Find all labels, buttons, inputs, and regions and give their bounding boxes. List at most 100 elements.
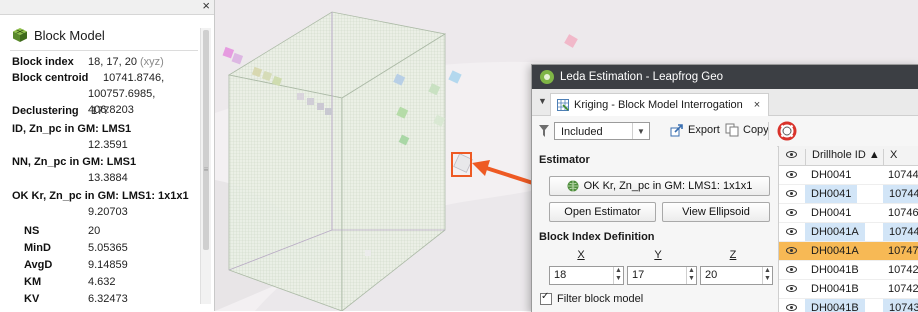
sample-block xyxy=(317,103,324,110)
info-row-ok-kr: OK Kr, Zn_pc in GM: LMS1: 1x1x1 xyxy=(12,188,202,204)
info-key: Declustering xyxy=(12,105,79,117)
row-filter-select[interactable]: Included ▼ xyxy=(554,122,650,140)
y-stepper-arrows[interactable]: ▲ ▼ xyxy=(686,267,696,284)
drillhole-table: Drillhole ID ▲ X DH0041 10744.0 DH0041 1… xyxy=(778,146,918,312)
info-panel-header: Block Model xyxy=(12,27,105,43)
view-ellipsoid-button[interactable]: View Ellipsoid xyxy=(662,202,770,222)
info-value: 18, 17, 20 (xyz) xyxy=(88,54,164,70)
row-visibility-eye-icon[interactable] xyxy=(786,283,797,295)
info-row-avgd: AvgD 9.14859 xyxy=(12,257,202,274)
table-row[interactable]: DH0041B 10742.8 xyxy=(779,261,918,280)
interrogation-grid-icon xyxy=(557,99,569,111)
block-index-heading: Block Index Definition xyxy=(539,231,655,243)
row-visibility-eye-icon[interactable] xyxy=(786,245,797,257)
info-value: 4.632 xyxy=(88,276,116,288)
tab-label: Kriging - Block Model Interrogation xyxy=(574,99,743,111)
row-visibility-eye-icon[interactable] xyxy=(786,169,797,181)
chevron-down-icon[interactable]: ▼ xyxy=(632,123,649,139)
table-header: Drillhole ID ▲ X xyxy=(779,146,918,166)
cell-x: 10747.0 xyxy=(888,245,918,257)
estimator-form: Estimator OK Kr, Zn_pc in GM: LMS1: 1x1x… xyxy=(532,146,777,312)
info-panel-title: Block Model xyxy=(34,27,105,43)
row-visibility-eye-icon[interactable] xyxy=(786,264,797,276)
block-model-cube-icon xyxy=(13,28,27,42)
table-row[interactable]: DH0041 10744.0 xyxy=(779,166,918,185)
column-header-x[interactable]: X xyxy=(883,149,897,165)
x-axis-label: X xyxy=(577,249,585,261)
scrollbar-thumb[interactable] xyxy=(203,30,209,250)
help-lifebuoy-icon[interactable] xyxy=(777,121,797,141)
cell-drillhole-id: DH0041B xyxy=(811,264,859,276)
cell-drillhole-id: DH0041B xyxy=(805,299,865,312)
filter-block-model-row[interactable]: Filter block model xyxy=(540,291,644,305)
info-row-ns: NS 20 xyxy=(12,223,202,240)
copy-icon xyxy=(725,123,739,137)
cell-drillhole-id: DH0041 xyxy=(811,169,852,181)
info-key: KM xyxy=(24,276,42,288)
column-header-drillhole-id[interactable]: Drillhole ID ▲ xyxy=(805,149,880,165)
sample-block xyxy=(297,93,304,100)
info-row-kv: KV 6.32473 xyxy=(12,291,202,308)
cell-drillhole-id: DH0041 xyxy=(811,207,852,219)
info-panel-scrollbar[interactable]: ≡ xyxy=(200,28,211,304)
info-value: 10741.8746, xyxy=(103,72,165,84)
tab-close-button[interactable]: × xyxy=(754,99,760,111)
y-index-stepper[interactable]: 17 ▲ ▼ xyxy=(627,266,697,285)
estimator-value: OK Kr, Zn_pc in GM: LMS1: 1x1x1 xyxy=(583,180,753,192)
info-row-block-index: Block index 18, 17, 20 (xyz) xyxy=(12,54,202,70)
x-index-stepper[interactable]: 18 ▲ ▼ xyxy=(549,266,624,285)
filter-funnel-icon xyxy=(539,125,549,140)
cell-x: 10742.8 xyxy=(888,264,918,276)
tab-kriging-interrogation[interactable]: Kriging - Block Model Interrogation × xyxy=(550,93,770,116)
cell-x: 10744.0 xyxy=(888,169,918,181)
export-button[interactable]: Export xyxy=(670,123,720,137)
info-row-nn-value: 13.3884 xyxy=(12,170,202,188)
row-visibility-eye-icon[interactable] xyxy=(786,207,797,219)
info-value-text: 18, 17, 20 xyxy=(88,56,137,68)
copy-button[interactable]: Copy xyxy=(725,123,769,137)
info-key: KV xyxy=(24,293,40,305)
info-panel-close-button[interactable]: × xyxy=(202,0,210,13)
z-stepper-arrows[interactable]: ▲ ▼ xyxy=(762,267,772,284)
table-row-selected[interactable]: DH0041A 10747.0 xyxy=(779,242,918,261)
info-key: AvgD xyxy=(24,259,53,271)
info-value: 9.20703 xyxy=(88,206,128,218)
info-row-id-value: 12.3591 xyxy=(12,137,202,154)
info-key: Block index xyxy=(12,56,74,68)
toolbar: Included ▼ Export Copy xyxy=(532,116,918,147)
info-key: MinD xyxy=(24,242,51,254)
sample-block xyxy=(325,108,332,115)
info-row-km: KM 4.632 xyxy=(12,274,202,291)
table-row[interactable]: DH0041A 10744.6 xyxy=(779,223,918,242)
cell-x: 10744.8 xyxy=(883,185,918,203)
info-key: NS xyxy=(24,225,40,237)
visibility-eye-icon[interactable] xyxy=(786,149,797,161)
row-visibility-eye-icon[interactable] xyxy=(786,188,797,200)
table-row[interactable]: DH0041B 10742.1 xyxy=(779,280,918,299)
window-title-bar[interactable]: Leda Estimation - Leapfrog Geo xyxy=(532,65,918,89)
estimator-select-button[interactable]: OK Kr, Zn_pc in GM: LMS1: 1x1x1 xyxy=(549,176,770,196)
cell-x: 10742.1 xyxy=(888,283,918,295)
block-info-panel: × Block Model Block index 18, 17, 20 (xy… xyxy=(0,0,215,311)
cell-x: 10743.6 xyxy=(883,299,918,312)
info-value: 20 xyxy=(88,225,101,237)
export-icon xyxy=(670,124,683,137)
scrollbar-grip-icon: ≡ xyxy=(203,165,209,174)
selected-block-highlight xyxy=(451,152,472,177)
z-index-stepper[interactable]: 20 ▲ ▼ xyxy=(700,266,773,285)
info-row-nn: NN, Zn_pc in GM: LMS1 xyxy=(12,154,202,170)
row-visibility-eye-icon[interactable] xyxy=(786,226,797,238)
filter-block-model-checkbox[interactable] xyxy=(540,291,552,305)
filter-block-model-label: Filter block model xyxy=(557,293,644,305)
x-stepper-arrows[interactable]: ▲ ▼ xyxy=(613,267,623,284)
z-axis-label: Z xyxy=(729,249,737,261)
table-row[interactable]: DH0041 10746.4 xyxy=(779,204,918,223)
tab-list-menu-button[interactable]: ▼ xyxy=(538,96,547,106)
sample-block xyxy=(307,98,314,105)
table-row[interactable]: DH0041B 10743.6 xyxy=(779,299,918,312)
export-label: Export xyxy=(688,124,720,136)
table-row[interactable]: DH0041 10744.8 xyxy=(779,185,918,204)
info-panel-divider xyxy=(10,50,198,51)
cell-drillhole-id: DH0041B xyxy=(811,283,859,295)
open-estimator-button[interactable]: Open Estimator xyxy=(549,202,656,222)
